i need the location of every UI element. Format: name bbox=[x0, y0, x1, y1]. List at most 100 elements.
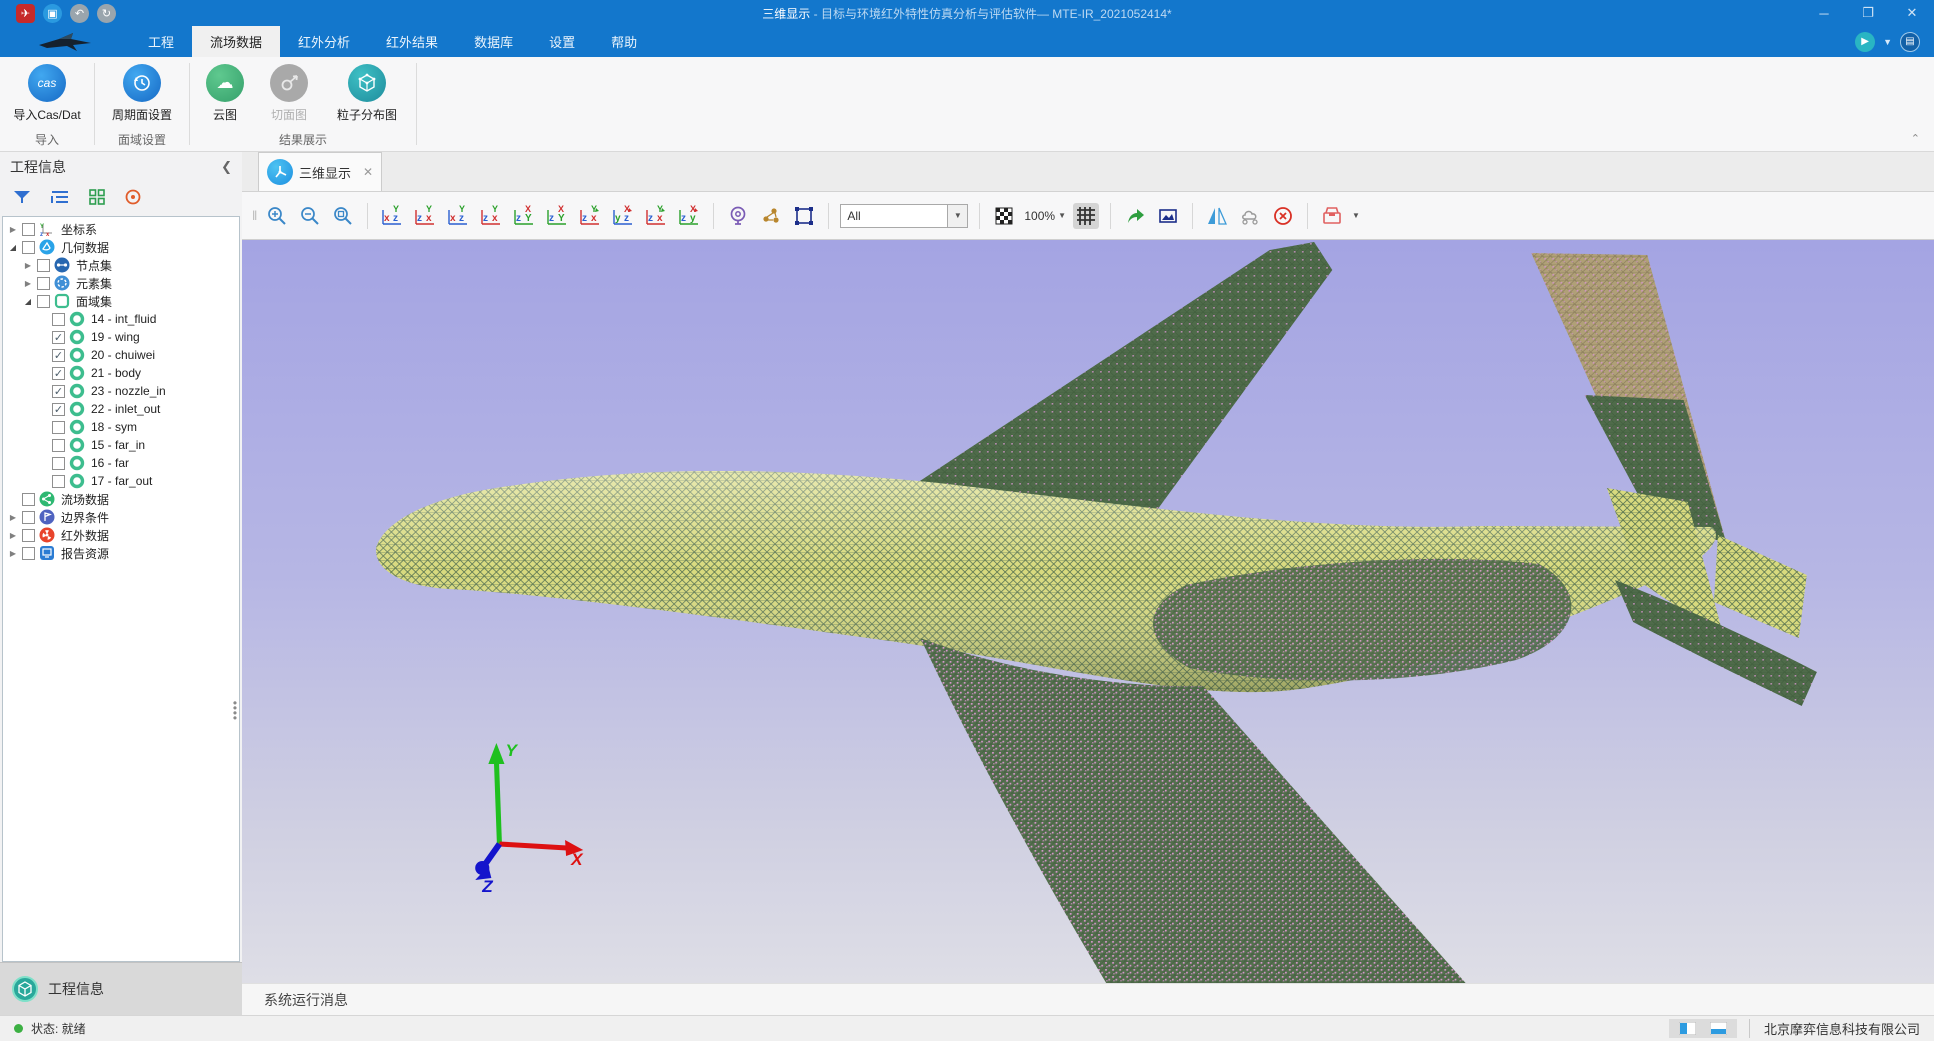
menu-item-project[interactable]: 工程 bbox=[130, 26, 192, 57]
zoom-in-icon[interactable] bbox=[264, 203, 290, 229]
grid-display-icon[interactable] bbox=[1073, 203, 1099, 229]
delete-icon[interactable] bbox=[1270, 203, 1296, 229]
view-back-icon[interactable]: zxY bbox=[412, 203, 438, 229]
tree-checkbox[interactable]: ✓ bbox=[52, 385, 65, 398]
particles-icon[interactable] bbox=[758, 203, 784, 229]
menu-item-ir-results[interactable]: 红外结果 bbox=[368, 26, 456, 57]
rotate-z-icon[interactable]: zyX bbox=[676, 203, 702, 229]
tree-expand-icon[interactable]: ▶ bbox=[7, 531, 19, 540]
tree-item[interactable]: 17 - far_out bbox=[3, 472, 239, 490]
tree-item[interactable]: ▶报告资源 bbox=[3, 544, 239, 562]
tab-3d-view[interactable]: 三维显示 ✕ bbox=[258, 152, 382, 191]
tree-item[interactable]: 14 - int_fluid bbox=[3, 310, 239, 328]
tree-item[interactable]: ✓21 - body bbox=[3, 364, 239, 382]
tree-expand-icon[interactable]: ▶ bbox=[22, 279, 34, 288]
aircraft-mesh-model[interactable] bbox=[376, 242, 1817, 983]
tree-item[interactable]: 16 - far bbox=[3, 454, 239, 472]
tree-item[interactable]: ▶边界条件 bbox=[3, 508, 239, 526]
mirror-icon[interactable] bbox=[1204, 203, 1230, 229]
grid-icon[interactable] bbox=[88, 188, 106, 211]
tree-checkbox[interactable] bbox=[22, 493, 35, 506]
view-top-icon[interactable]: zYX bbox=[511, 203, 537, 229]
tree-item[interactable]: ◢几何数据 bbox=[3, 238, 239, 256]
tree-item[interactable]: ▶红外数据 bbox=[3, 526, 239, 544]
tree-item[interactable]: ✓19 - wing bbox=[3, 328, 239, 346]
view-front-icon[interactable]: xzY bbox=[379, 203, 405, 229]
view-right-icon[interactable]: zxY bbox=[478, 203, 504, 229]
save-box-icon[interactable] bbox=[1319, 203, 1345, 229]
layout-bottom-icon[interactable] bbox=[1710, 1022, 1727, 1035]
import-cas-dat-button[interactable]: cas 导入Cas/Dat bbox=[6, 61, 88, 123]
tree-checkbox[interactable]: ✓ bbox=[52, 367, 65, 380]
viewport-3d[interactable]: Y X Z •••• bbox=[242, 240, 1934, 983]
tree-item[interactable]: ◢面域集 bbox=[3, 292, 239, 310]
ribbon-collapse-icon[interactable]: ⌃ bbox=[1911, 132, 1920, 145]
tree-checkbox[interactable] bbox=[22, 223, 35, 236]
layout-left-icon[interactable] bbox=[1679, 1022, 1696, 1035]
filter-icon[interactable] bbox=[12, 188, 32, 211]
tree-expand-icon[interactable]: ▶ bbox=[22, 261, 34, 270]
tree-checkbox[interactable] bbox=[52, 475, 65, 488]
display-filter-combobox[interactable]: All ▼ bbox=[840, 204, 968, 228]
periodic-face-button[interactable]: 周期面设置 bbox=[101, 61, 183, 123]
menu-item-flowfield[interactable]: 流场数据 bbox=[192, 26, 280, 57]
menu-item-settings[interactable]: 设置 bbox=[531, 26, 593, 57]
dropdown-caret-icon[interactable]: ▼ bbox=[1883, 37, 1892, 47]
view-bottom-icon[interactable]: zYX bbox=[544, 203, 570, 229]
particle-distribution-button[interactable]: 粒子分布图 bbox=[324, 61, 410, 123]
close-button[interactable]: ✕ bbox=[1890, 0, 1934, 26]
tree-item[interactable]: ✓20 - chuiwei bbox=[3, 346, 239, 364]
tree-checkbox[interactable] bbox=[37, 277, 50, 290]
tree-checkbox[interactable]: ✓ bbox=[52, 331, 65, 344]
tree-item[interactable]: ✓23 - nozzle_in bbox=[3, 382, 239, 400]
tree-checkbox[interactable]: ✓ bbox=[52, 403, 65, 416]
probe-icon[interactable] bbox=[725, 203, 751, 229]
view-left-icon[interactable]: xzY bbox=[445, 203, 471, 229]
contour-button[interactable]: ☁ 云图 bbox=[196, 61, 254, 123]
tree-checkbox[interactable]: ✓ bbox=[52, 349, 65, 362]
tree-item[interactable]: ✓22 - inlet_out bbox=[3, 400, 239, 418]
checker-icon[interactable] bbox=[991, 203, 1017, 229]
panel-collapse-icon[interactable]: ❮ bbox=[221, 159, 232, 175]
share-cloud-icon[interactable] bbox=[1237, 203, 1263, 229]
manual-icon[interactable]: ▤ bbox=[1900, 32, 1920, 52]
tree-checkbox[interactable] bbox=[22, 529, 35, 542]
restore-button[interactable]: ❐ bbox=[1846, 0, 1890, 26]
panel-footer[interactable]: 工程信息 bbox=[0, 962, 242, 1015]
tree-item[interactable]: ▶Yzx坐标系 bbox=[3, 220, 239, 238]
rotate-y-icon[interactable]: zxY bbox=[643, 203, 669, 229]
list-icon[interactable] bbox=[50, 188, 70, 211]
app-logo-icon[interactable]: ✈ bbox=[16, 4, 35, 23]
tree-item[interactable]: 18 - sym bbox=[3, 418, 239, 436]
tree-expand-icon[interactable]: ▶ bbox=[7, 513, 19, 522]
zoom-fit-icon[interactable] bbox=[330, 203, 356, 229]
drag-handle[interactable]: ‖ bbox=[252, 208, 255, 223]
tab-close-icon[interactable]: ✕ bbox=[363, 165, 373, 179]
save-dropdown-caret[interactable]: ▼ bbox=[1352, 211, 1360, 220]
tree-checkbox[interactable] bbox=[52, 421, 65, 434]
menu-item-database[interactable]: 数据库 bbox=[456, 26, 531, 57]
tree-expand-icon[interactable]: ▶ bbox=[7, 225, 19, 234]
export-arrow-icon[interactable] bbox=[1122, 203, 1148, 229]
tree-item[interactable]: 15 - far_in bbox=[3, 436, 239, 454]
tree-checkbox[interactable] bbox=[22, 547, 35, 560]
tree-item[interactable]: 流场数据 bbox=[3, 490, 239, 508]
tree-item[interactable]: ▶节点集 bbox=[3, 256, 239, 274]
tree-checkbox[interactable] bbox=[52, 457, 65, 470]
save-icon[interactable]: ▣ bbox=[43, 4, 62, 23]
tree-checkbox[interactable] bbox=[22, 241, 35, 254]
tree-expand-icon[interactable]: ◢ bbox=[7, 243, 19, 252]
zoom-out-icon[interactable] bbox=[297, 203, 323, 229]
panel-splitter[interactable]: •••• bbox=[230, 701, 240, 721]
tree-item[interactable]: ▶元素集 bbox=[3, 274, 239, 292]
tree-checkbox[interactable] bbox=[37, 295, 50, 308]
minimize-button[interactable]: ─ bbox=[1802, 0, 1846, 26]
undo-icon[interactable]: ↶ bbox=[70, 4, 89, 23]
tree-expand-icon[interactable]: ◢ bbox=[22, 297, 34, 306]
opacity-zoom-dropdown[interactable]: 100%▼ bbox=[1024, 209, 1066, 223]
tree-expand-icon[interactable]: ▶ bbox=[7, 549, 19, 558]
target-icon[interactable] bbox=[124, 188, 142, 211]
tree-checkbox[interactable] bbox=[52, 439, 65, 452]
view-iso-icon[interactable]: zxY bbox=[577, 203, 603, 229]
redo-icon[interactable]: ↻ bbox=[97, 4, 116, 23]
